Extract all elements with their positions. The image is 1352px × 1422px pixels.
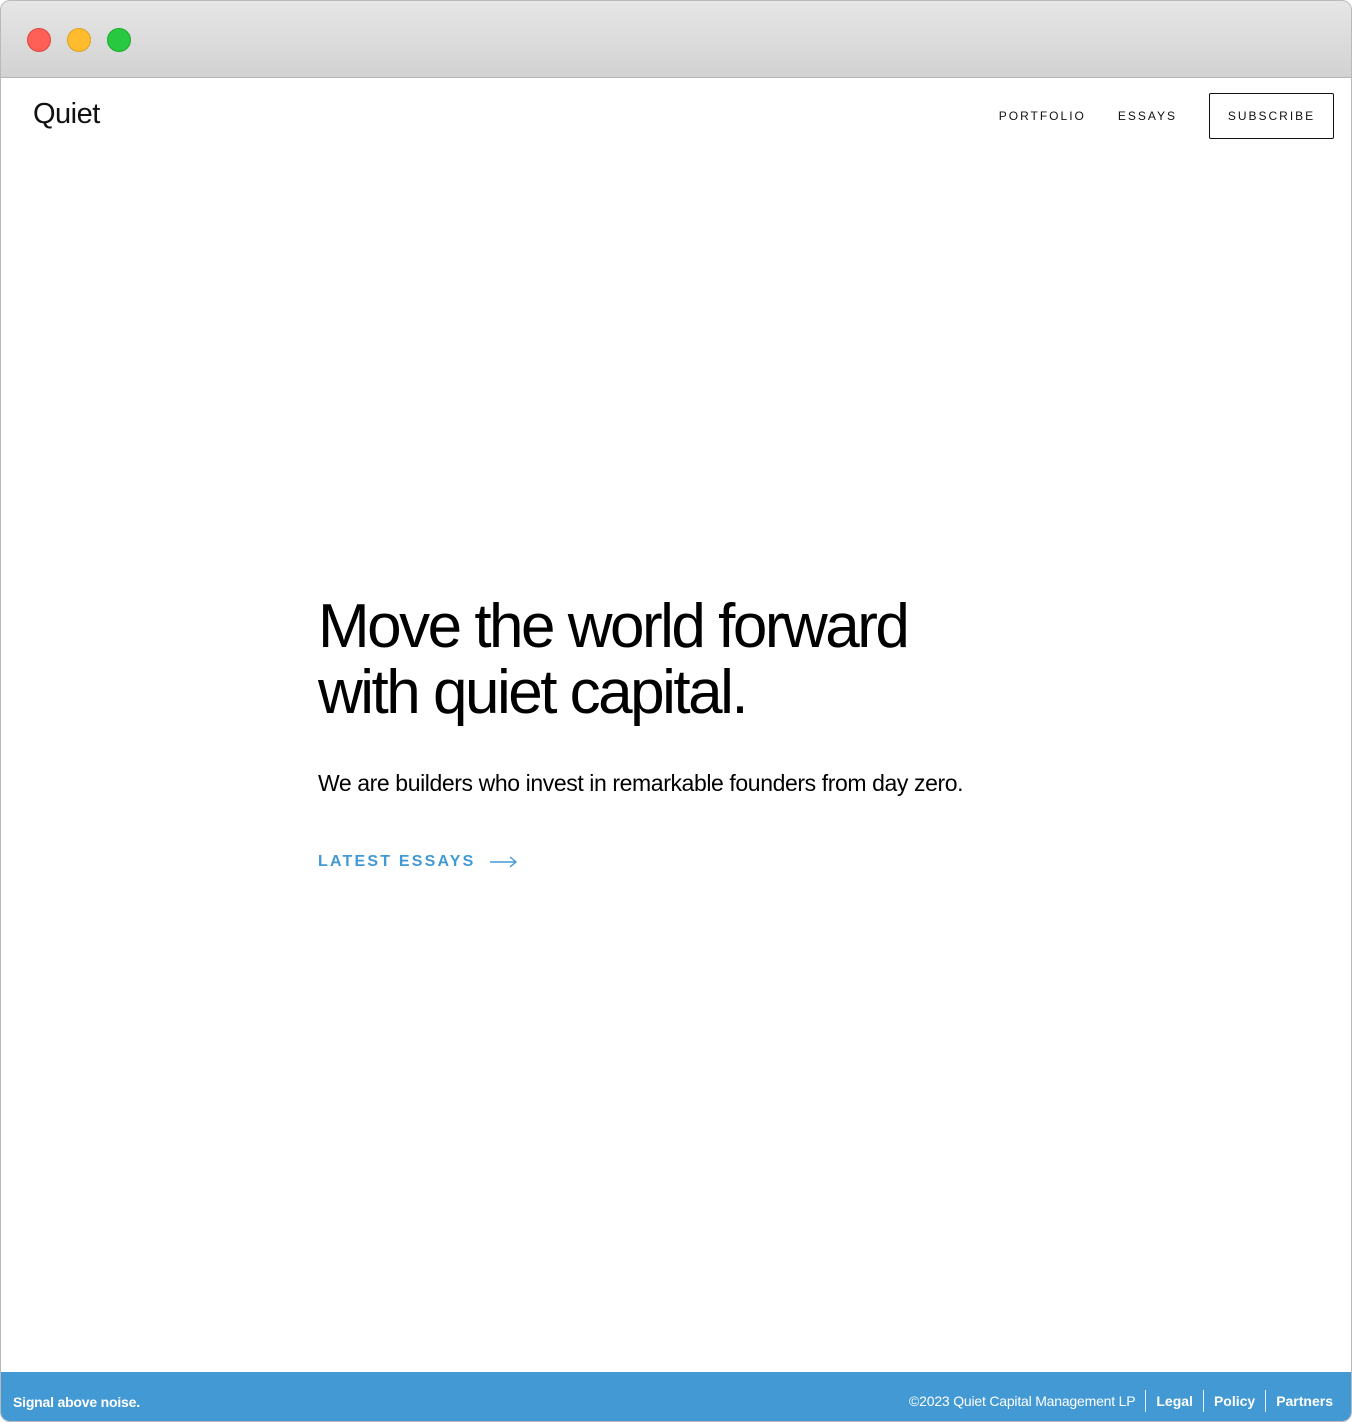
site-logo[interactable]: Quiet [33,98,100,131]
nav-link-portfolio[interactable]: PORTFOLIO [999,109,1086,123]
footer-links: ©2023 Quiet Capital Management LP Legal … [909,1390,1333,1412]
window-titlebar [1,1,1351,78]
hero-subtitle: We are builders who invest in remarkable… [318,770,964,796]
latest-essays-label: LATEST ESSAYS [318,853,476,870]
hero-section: Move the world forward with quiet capita… [318,594,1038,871]
footer-tagline: Signal above noise. [13,1394,140,1410]
site-footer: Signal above noise. ©2023 Quiet Capital … [1,1372,1351,1421]
footer-link-legal[interactable]: Legal [1145,1390,1203,1412]
hero-headline-line-1: Move the world forward [318,592,910,661]
footer-link-policy[interactable]: Policy [1202,1390,1265,1412]
minimize-window-button[interactable] [67,28,91,52]
latest-essays-link[interactable]: LATEST ESSAYS [318,853,518,871]
arrow-right-icon [489,856,517,868]
maximize-window-button[interactable] [107,28,131,52]
hero-headline: Move the world forward with quiet capita… [318,594,1038,726]
footer-link-partners[interactable]: Partners [1265,1390,1333,1412]
browser-window: Quiet PORTFOLIO ESSAYS SUBSCRIBE Move th… [0,0,1352,1422]
hero-headline-line-2: with quiet capital. [318,658,749,727]
page-content: Quiet PORTFOLIO ESSAYS SUBSCRIBE Move th… [1,78,1351,1421]
close-window-button[interactable] [27,28,51,52]
footer-copyright: ©2023 Quiet Capital Management LP [909,1393,1136,1409]
subscribe-button[interactable]: SUBSCRIBE [1209,93,1334,139]
nav-link-essays[interactable]: ESSAYS [1118,109,1177,123]
main-nav: PORTFOLIO ESSAYS SUBSCRIBE [999,93,1334,139]
